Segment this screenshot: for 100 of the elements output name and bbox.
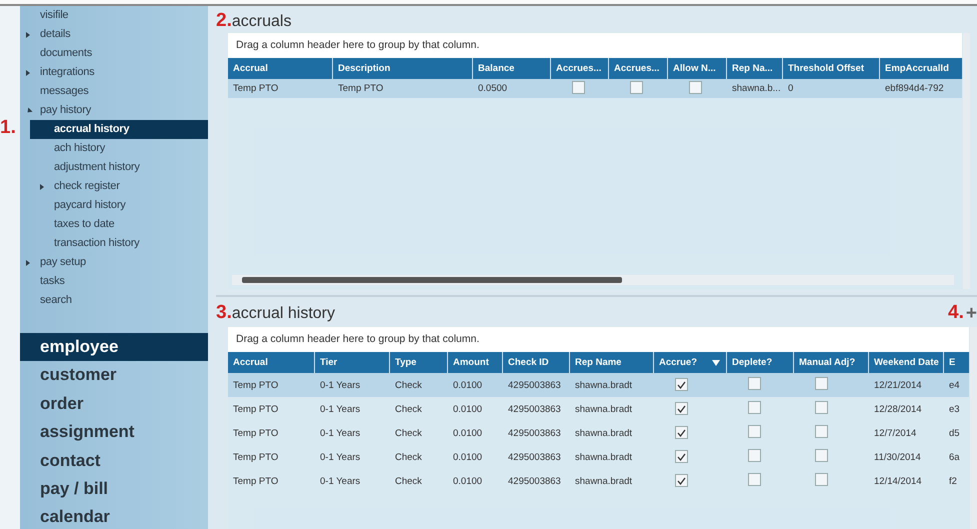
table-cell: shawna.bradt: [575, 476, 632, 486]
checkbox[interactable]: [630, 80, 643, 94]
tree-item[interactable]: details: [20, 25, 208, 44]
tree-item[interactable]: pay history: [20, 101, 208, 120]
table-row[interactable]: Temp PTO Temp PTO 0.0500 shawna.b... 0 ebf894d4-792: [228, 79, 962, 98]
checkbox[interactable]: [815, 449, 828, 462]
table-cell: 0-1 Years: [320, 404, 360, 414]
tree-item[interactable]: ach history: [20, 139, 208, 158]
checkbox[interactable]: [815, 377, 828, 390]
tree-item[interactable]: messages: [20, 82, 208, 101]
table-cell: shawna.bradt: [575, 404, 632, 414]
table-cell: 4295003863: [508, 476, 561, 486]
tree-item[interactable]: visifile: [20, 6, 208, 25]
tree-item[interactable]: check register: [20, 177, 208, 196]
checkbox[interactable]: [815, 401, 828, 414]
tree-item[interactable]: transaction history: [20, 234, 208, 253]
group-hint: Drag a column header here to group by that column.: [236, 333, 480, 345]
checkbox[interactable]: [675, 378, 688, 392]
checkbox[interactable]: [748, 377, 761, 390]
nav-item[interactable]: contact: [20, 446, 208, 475]
checkbox[interactable]: [675, 402, 688, 416]
nav-item[interactable]: calendar: [20, 503, 208, 529]
table-cell: 0-1 Years: [320, 452, 360, 462]
table-cell: Check: [395, 476, 422, 486]
table-cell: 0-1 Years: [320, 428, 360, 438]
table-cell: shawna.b...: [732, 83, 781, 94]
tree-item[interactable]: pay setup: [20, 253, 208, 272]
nav-item[interactable]: pay / bill: [20, 474, 208, 504]
table-cell: 6a: [949, 452, 960, 462]
table-cell: 0.0500: [478, 83, 508, 94]
table-cell: 0.0100: [453, 428, 482, 438]
table-cell: 0-1 Years: [320, 380, 360, 390]
tree-item[interactable]: paycard history: [20, 196, 208, 215]
table-row[interactable]: Temp PTO 0-1 Years Check 0.0100 4295003863 shawna.bradt 12/14/2014 f2: [228, 469, 969, 493]
nav-item[interactable]: customer: [20, 361, 208, 390]
nav-item[interactable]: employee: [20, 333, 208, 362]
horizontal-scrollbar[interactable]: [232, 275, 954, 285]
table-cell: Check: [395, 380, 422, 390]
table-cell: e4: [949, 380, 960, 390]
group-hint: Drag a column header here to group by that column.: [236, 39, 480, 51]
checkbox[interactable]: [689, 80, 702, 94]
checkbox[interactable]: [675, 474, 688, 488]
table-cell: f2: [949, 476, 957, 486]
table-cell: 0.0100: [453, 452, 482, 462]
table-cell: ebf894d4-792: [885, 83, 944, 94]
table-cell: 11/30/2014: [874, 452, 921, 462]
checkbox[interactable]: [748, 401, 761, 414]
tree-item[interactable]: tasks: [20, 272, 208, 291]
annotation-number: 3.: [216, 303, 232, 323]
table-row[interactable]: Temp PTO 0-1 Years Check 0.0100 4295003863 shawna.bradt 12/28/2014 e3: [228, 397, 969, 421]
section-title: accruals: [232, 13, 292, 31]
table-cell: shawna.bradt: [575, 380, 632, 390]
vertical-scrollbar[interactable]: [963, 33, 970, 289]
section-title: accrual history: [232, 305, 336, 323]
table-cell: d5: [949, 428, 960, 438]
filter-icon[interactable]: [712, 360, 720, 366]
table-cell: Temp PTO: [233, 476, 278, 486]
table-cell: 4295003863: [508, 452, 561, 462]
table-row[interactable]: Temp PTO 0-1 Years Check 0.0100 4295003863 shawna.bradt 11/30/2014 6a: [228, 445, 969, 469]
checkbox[interactable]: [815, 425, 828, 438]
checkbox[interactable]: [748, 425, 761, 438]
table-cell: shawna.bradt: [575, 428, 632, 438]
vertical-scrollbar[interactable]: [970, 327, 977, 529]
annotation-number: 1.: [0, 118, 16, 138]
checkbox[interactable]: [748, 449, 761, 462]
tree-item[interactable]: integrations: [20, 63, 208, 82]
tree-item[interactable]: search: [20, 291, 208, 310]
table-cell: Temp PTO: [233, 404, 278, 414]
tree-item[interactable]: accrual history: [30, 120, 208, 139]
annotation-number: 2.: [216, 11, 232, 31]
table-row[interactable]: Temp PTO 0-1 Years Check 0.0100 4295003863 shawna.bradt 12/7/2014 d5: [228, 421, 969, 445]
nav-item[interactable]: assignment: [20, 418, 208, 447]
table-cell: 4295003863: [508, 404, 561, 414]
table-cell: 0.0100: [453, 404, 482, 414]
table-cell: 0.0100: [453, 380, 482, 390]
table-cell: 0-1 Years: [320, 476, 360, 486]
checkbox[interactable]: [748, 473, 761, 486]
tree-item[interactable]: documents: [20, 44, 208, 63]
table-row[interactable]: Temp PTO 0-1 Years Check 0.0100 4295003863 shawna.bradt 12/21/2014 e4: [228, 373, 969, 397]
table-cell: 12/14/2014: [874, 476, 922, 486]
annotation-number: 4.: [948, 303, 964, 323]
table-cell: 0: [788, 83, 794, 94]
checkbox[interactable]: [675, 450, 688, 464]
table-cell: Check: [395, 428, 422, 438]
table-cell: 4295003863: [508, 380, 561, 390]
table-cell: 12/28/2014: [874, 404, 922, 414]
table-cell: e3: [949, 404, 960, 414]
table-cell: 4295003863: [508, 428, 561, 438]
table-cell: 0.0100: [453, 476, 482, 486]
checkbox[interactable]: [815, 473, 828, 486]
checkbox[interactable]: [572, 80, 585, 94]
table-cell: 12/21/2014: [874, 380, 922, 390]
add-button[interactable]: +: [966, 305, 977, 323]
tree-item[interactable]: adjustment history: [20, 158, 208, 177]
tree-item[interactable]: taxes to date: [20, 215, 208, 234]
nav-item[interactable]: order: [20, 390, 208, 418]
table-cell: Temp PTO: [233, 380, 278, 390]
table-cell: Check: [395, 452, 422, 462]
table-cell: 12/7/2014: [874, 428, 916, 438]
checkbox[interactable]: [675, 426, 688, 440]
